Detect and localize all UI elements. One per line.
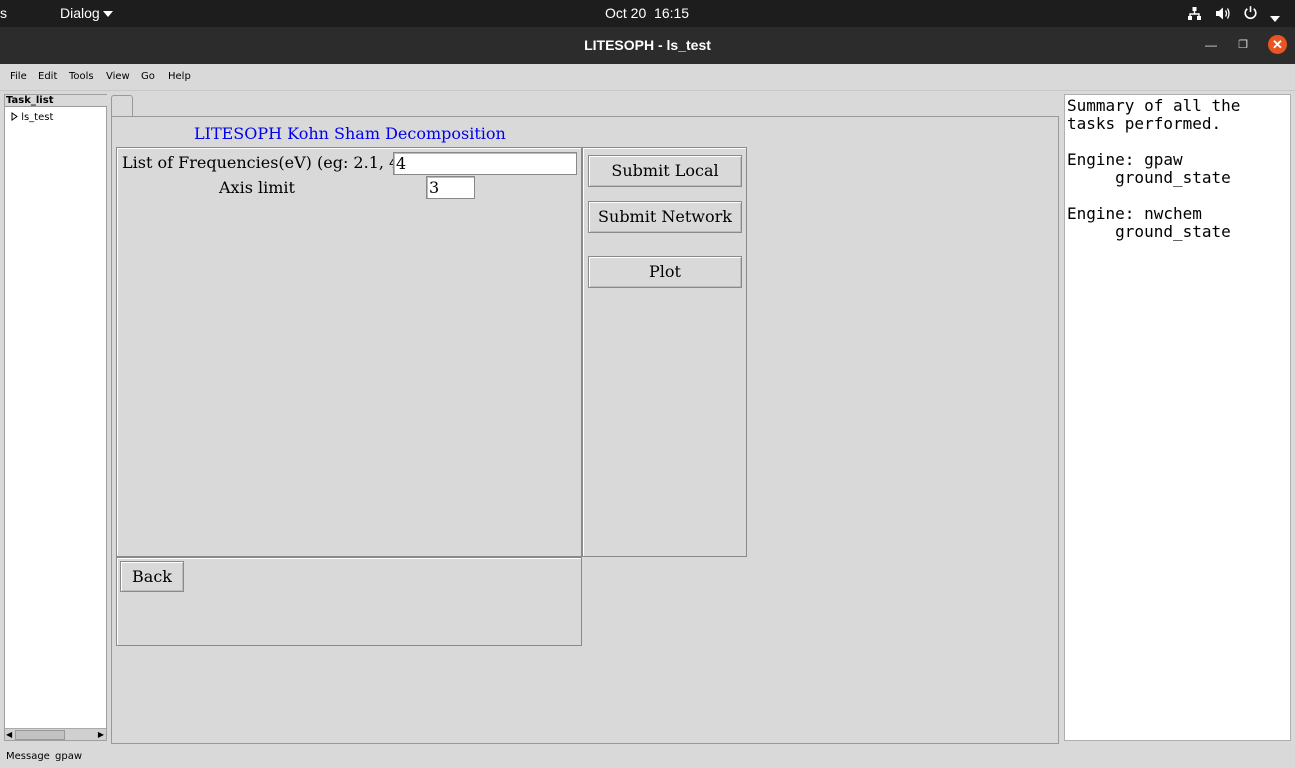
back-button[interactable]: Back	[120, 561, 184, 592]
frequencies-input[interactable]: 4	[393, 152, 577, 175]
status-value: gpaw	[55, 751, 83, 762]
submit-network-button[interactable]: Submit Network	[588, 201, 742, 233]
axis-limit-input[interactable]: 3	[426, 176, 475, 199]
menu-help[interactable]: Help	[168, 71, 191, 82]
activities-fragment[interactable]: s	[0, 5, 7, 21]
task-list-horizontal-scrollbar[interactable]: ◀ ▶	[5, 728, 106, 740]
close-icon[interactable]: ✕	[1268, 35, 1287, 54]
clock[interactable]: Oct 20 16:15	[605, 5, 689, 21]
menu-go[interactable]: Go	[141, 71, 155, 82]
status-label: Message	[6, 751, 50, 762]
task-list-header: Task_list	[5, 95, 107, 107]
status-bar: Message gpaw	[0, 745, 1295, 768]
minimize-icon[interactable]: —	[1202, 36, 1220, 54]
scrollbar-thumb[interactable]	[15, 730, 65, 740]
menu-tools[interactable]: Tools	[69, 71, 94, 82]
network-icon[interactable]	[1187, 6, 1202, 21]
volume-icon[interactable]	[1215, 6, 1231, 21]
app-menu-label: Dialog	[60, 5, 100, 21]
scroll-right-icon[interactable]: ▶	[98, 729, 104, 740]
tree-item-ls-test[interactable]: ls_test	[11, 112, 53, 123]
system-top-bar: s Dialog Oct 20 16:15	[0, 0, 1295, 27]
summary-text-panel[interactable]: Summary of all the tasks performed. Engi…	[1064, 94, 1291, 741]
app-menu[interactable]: Dialog	[60, 5, 113, 21]
task-list-panel: Task_list ls_test ◀ ▶	[4, 94, 107, 741]
scroll-left-icon[interactable]: ◀	[6, 729, 12, 740]
page-title: LITESOPH Kohn Sham Decomposition	[194, 124, 506, 143]
frequencies-label: List of Frequencies(eV) (eg: 2.1, 4)	[122, 153, 406, 172]
menu-edit[interactable]: Edit	[38, 71, 57, 82]
plot-button[interactable]: Plot	[588, 256, 742, 288]
notebook-tab[interactable]	[111, 95, 133, 117]
input-frame	[116, 147, 582, 557]
submit-local-button[interactable]: Submit Local	[588, 155, 742, 187]
tree-item-label: ls_test	[21, 112, 54, 123]
menu-file[interactable]: File	[10, 71, 27, 82]
navigation-frame	[116, 557, 582, 646]
power-icon[interactable]	[1243, 5, 1258, 20]
tree-expand-icon[interactable]	[11, 112, 18, 121]
clock-date: Oct 20	[605, 5, 647, 21]
menu-view[interactable]: View	[106, 71, 130, 82]
chevron-down-icon	[102, 11, 113, 18]
window-title: LITESOPH - ls_test	[584, 37, 711, 53]
system-menu-chevron-icon[interactable]	[1270, 10, 1280, 26]
axis-limit-label: Axis limit	[219, 178, 295, 197]
maximize-icon[interactable]: ❐	[1234, 36, 1252, 54]
window-title-bar: LITESOPH - ls_test — ❐ ✕	[0, 27, 1295, 64]
clock-time: 16:15	[654, 5, 690, 21]
menu-bar: File Edit Tools View Go Help	[0, 64, 1295, 91]
